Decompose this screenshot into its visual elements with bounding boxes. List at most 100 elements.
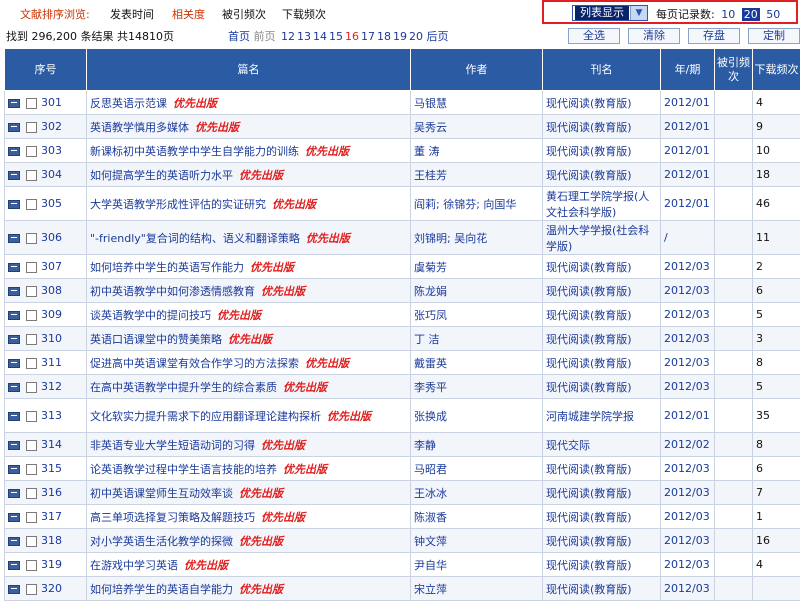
book-icon[interactable] bbox=[8, 560, 20, 570]
issue-link[interactable]: 2012/03 bbox=[664, 332, 710, 345]
author-link[interactable]: 丁 洁 bbox=[414, 333, 440, 346]
issue-link[interactable]: 2012/03 bbox=[664, 356, 710, 369]
save-button[interactable]: 存盘 bbox=[688, 28, 740, 44]
article-title-link[interactable]: 如何培养中学生的英语写作能力 bbox=[90, 261, 244, 274]
author-link[interactable]: 董 涛 bbox=[414, 145, 440, 158]
article-title-link[interactable]: 如何提高学生的英语听力水平 bbox=[90, 169, 233, 182]
journal-link[interactable]: 现代交际 bbox=[546, 439, 590, 452]
issue-link[interactable]: 2012/01 bbox=[664, 197, 710, 210]
issue-link[interactable]: 2012/01 bbox=[664, 144, 710, 157]
article-title-link[interactable]: 如何培养学生的英语自学能力 bbox=[90, 583, 233, 596]
page-link[interactable]: 17 bbox=[361, 30, 375, 43]
issue-link[interactable]: 2012/03 bbox=[664, 380, 710, 393]
author-link[interactable]: 戴雷英 bbox=[414, 357, 447, 370]
issue-link[interactable]: 2012/01 bbox=[664, 168, 710, 181]
sort-by-relevance[interactable]: 相关度 bbox=[172, 6, 205, 22]
row-checkbox[interactable] bbox=[26, 285, 37, 297]
article-title-link[interactable]: 英语口语课堂中的赞美策略 bbox=[90, 333, 222, 346]
journal-link[interactable]: 现代阅读(教育版) bbox=[546, 583, 632, 596]
page-link[interactable]: 12 bbox=[281, 30, 295, 43]
journal-link[interactable]: 现代阅读(教育版) bbox=[546, 285, 632, 298]
journal-link[interactable]: 现代阅读(教育版) bbox=[546, 333, 632, 346]
journal-link[interactable]: 现代阅读(教育版) bbox=[546, 145, 632, 158]
issue-link[interactable]: 2012/03 bbox=[664, 462, 710, 475]
article-title-link[interactable]: "-friendly"复合词的结构、语义和翻译策略 bbox=[90, 232, 300, 245]
page-link[interactable]: 15 bbox=[329, 30, 343, 43]
article-title-link[interactable]: 反思英语示范课 bbox=[90, 97, 167, 110]
journal-link[interactable]: 现代阅读(教育版) bbox=[546, 121, 632, 134]
row-checkbox[interactable] bbox=[26, 198, 37, 210]
article-title-link[interactable]: 在高中英语教学中提升学生的综合素质 bbox=[90, 381, 277, 394]
author-link[interactable]: 吴秀云 bbox=[414, 121, 447, 134]
author-link[interactable]: 张巧凤 bbox=[414, 309, 447, 322]
col-title[interactable]: 篇名 bbox=[86, 48, 411, 91]
book-icon[interactable] bbox=[8, 98, 20, 108]
article-title-link[interactable]: 高三单项选择复习策略及解题技巧 bbox=[90, 511, 255, 524]
issue-link[interactable]: 2012/01 bbox=[664, 409, 710, 422]
journal-link[interactable]: 黄石理工学院学报(人文社会科学版) bbox=[546, 190, 649, 219]
article-title-link[interactable]: 谈英语教学中的提问技巧 bbox=[90, 309, 211, 322]
article-title-link[interactable]: 在游戏中学习英语 bbox=[90, 559, 178, 572]
journal-link[interactable]: 现代阅读(教育版) bbox=[546, 511, 632, 524]
row-checkbox[interactable] bbox=[26, 261, 37, 273]
sort-by-downloads[interactable]: 下载频次 bbox=[282, 6, 326, 22]
journal-link[interactable]: 现代阅读(教育版) bbox=[546, 261, 632, 274]
row-checkbox[interactable] bbox=[26, 583, 37, 595]
author-link[interactable]: 王桂芳 bbox=[414, 169, 447, 182]
row-checkbox[interactable] bbox=[26, 169, 37, 181]
view-mode-select[interactable]: 列表显示 ▼ bbox=[572, 5, 648, 21]
journal-link[interactable]: 现代阅读(教育版) bbox=[546, 463, 632, 476]
row-checkbox[interactable] bbox=[26, 487, 37, 499]
author-link[interactable]: 王冰冰 bbox=[414, 487, 447, 500]
book-icon[interactable] bbox=[8, 411, 20, 421]
row-checkbox[interactable] bbox=[26, 333, 37, 345]
journal-link[interactable]: 现代阅读(教育版) bbox=[546, 535, 632, 548]
author-link[interactable]: 陈淑香 bbox=[414, 511, 447, 524]
issue-link[interactable]: 2012/01 bbox=[664, 96, 710, 109]
journal-link[interactable]: 现代阅读(教育版) bbox=[546, 169, 632, 182]
perpage-20[interactable]: 20 bbox=[741, 8, 760, 21]
row-checkbox[interactable] bbox=[26, 121, 37, 133]
issue-link[interactable]: 2012/03 bbox=[664, 260, 710, 273]
row-checkbox[interactable] bbox=[26, 357, 37, 369]
author-link[interactable]: 张换成 bbox=[414, 410, 447, 423]
article-title-link[interactable]: 英语教学慎用多媒体 bbox=[90, 121, 189, 134]
issue-link[interactable]: 2012/03 bbox=[664, 486, 710, 499]
article-title-link[interactable]: 新课标初中英语教学中学生自学能力的训练 bbox=[90, 145, 299, 158]
article-title-link[interactable]: 促进高中英语课堂有效合作学习的方法探索 bbox=[90, 357, 299, 370]
row-checkbox[interactable] bbox=[26, 511, 37, 523]
book-icon[interactable] bbox=[8, 262, 20, 272]
book-icon[interactable] bbox=[8, 170, 20, 180]
book-icon[interactable] bbox=[8, 199, 20, 209]
page-link[interactable]: 19 bbox=[393, 30, 407, 43]
book-icon[interactable] bbox=[8, 358, 20, 368]
row-checkbox[interactable] bbox=[26, 145, 37, 157]
journal-link[interactable]: 河南城建学院学报 bbox=[546, 410, 634, 423]
journal-link[interactable]: 现代阅读(教育版) bbox=[546, 309, 632, 322]
row-checkbox[interactable] bbox=[26, 381, 37, 393]
article-title-link[interactable]: 文化软实力提升需求下的应用翻译理论建构探析 bbox=[90, 410, 321, 423]
issue-link[interactable]: 2012/01 bbox=[664, 120, 710, 133]
issue-link[interactable]: 2012/03 bbox=[664, 284, 710, 297]
article-title-link[interactable]: 大学英语教学形成性评估的实证研究 bbox=[90, 198, 266, 211]
issue-link[interactable]: 2012/03 bbox=[664, 510, 710, 523]
row-checkbox[interactable] bbox=[26, 559, 37, 571]
issue-link[interactable]: 2012/03 bbox=[664, 558, 710, 571]
book-icon[interactable] bbox=[8, 440, 20, 450]
row-checkbox[interactable] bbox=[26, 232, 37, 244]
book-icon[interactable] bbox=[8, 512, 20, 522]
journal-link[interactable]: 现代阅读(教育版) bbox=[546, 97, 632, 110]
clear-button[interactable]: 清除 bbox=[628, 28, 680, 44]
prev-page-link[interactable]: 前页 bbox=[254, 30, 276, 43]
journal-link[interactable]: 温州大学学报(社会科学版) bbox=[546, 224, 649, 253]
journal-link[interactable]: 现代阅读(教育版) bbox=[546, 487, 632, 500]
col-number[interactable]: 序号 bbox=[4, 48, 87, 91]
col-downloads[interactable]: 下载频次 bbox=[752, 48, 800, 91]
article-title-link[interactable]: 初中英语课堂师生互动效率谈 bbox=[90, 487, 233, 500]
book-icon[interactable] bbox=[8, 584, 20, 594]
author-link[interactable]: 阎莉; 徐锦芬; 向国华 bbox=[414, 198, 516, 211]
author-link[interactable]: 钟文萍 bbox=[414, 535, 447, 548]
book-icon[interactable] bbox=[8, 122, 20, 132]
issue-link[interactable]: / bbox=[664, 231, 668, 244]
row-checkbox[interactable] bbox=[26, 439, 37, 451]
